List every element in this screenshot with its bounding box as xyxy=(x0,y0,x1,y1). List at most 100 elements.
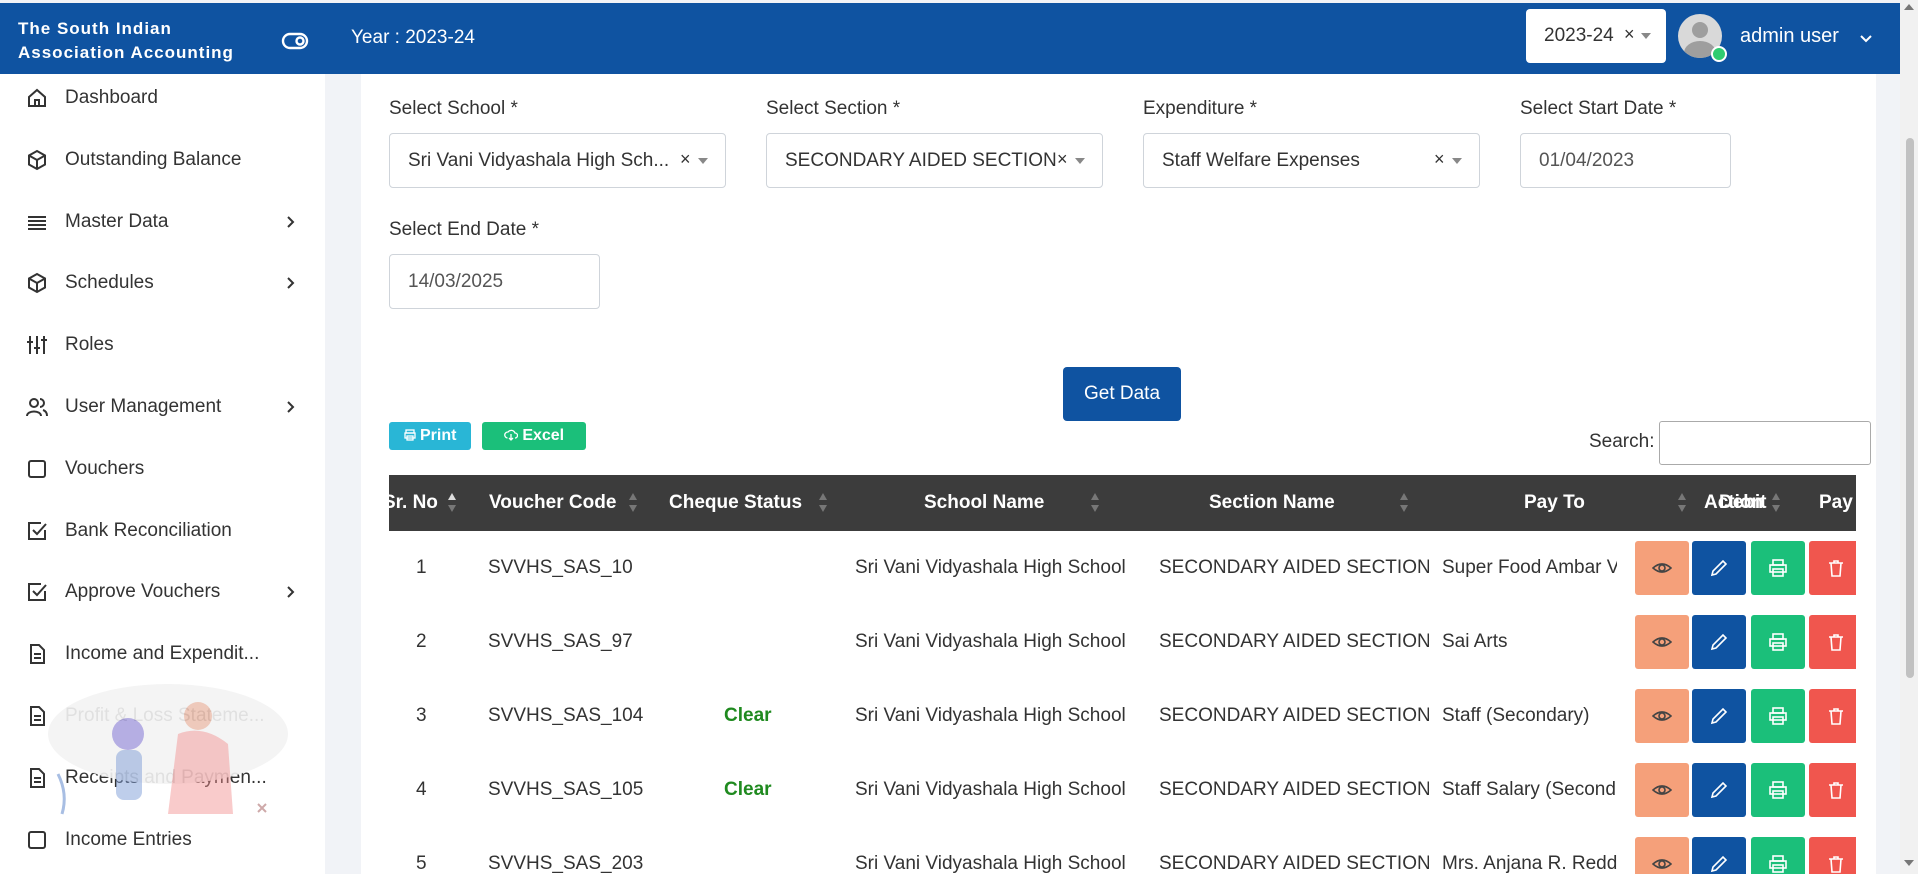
section-select[interactable]: SECONDARY AIDED SECTION × xyxy=(766,133,1103,188)
column-header[interactable]: Voucher Code xyxy=(489,492,616,514)
section-label: Select Section * xyxy=(766,98,901,119)
decorative-illustration xyxy=(28,674,298,874)
column-header[interactable]: Cheque Status xyxy=(669,492,802,514)
column-header[interactable]: Pay To xyxy=(1524,492,1585,514)
cell-sr-no: 3 xyxy=(416,705,427,726)
sidebar-item-outstanding-balance[interactable]: Outstanding Balance xyxy=(0,136,325,186)
print-row-button[interactable] xyxy=(1751,837,1805,874)
sidebar-item-label: Schedules xyxy=(65,272,154,294)
sort-arrows-icon[interactable] xyxy=(448,493,456,513)
end-date-input[interactable]: 14/03/2025 xyxy=(389,254,600,309)
sort-arrows-icon[interactable] xyxy=(1400,493,1408,513)
end-date-value: 14/03/2025 xyxy=(408,271,504,292)
cell-section-name: SECONDARY AIDED SECTION xyxy=(1159,557,1429,578)
print-button[interactable]: Print xyxy=(389,422,471,450)
square-icon xyxy=(26,458,48,480)
year-select-value: 2023-24 xyxy=(1544,25,1614,46)
sidebar-item-dashboard[interactable]: Dashboard xyxy=(0,74,325,124)
excel-button[interactable]: Excel xyxy=(482,422,586,450)
search-input[interactable] xyxy=(1659,421,1871,465)
sidebar-item-income-and-expendit[interactable]: Income and Expendit... xyxy=(0,630,325,680)
caret-down-icon xyxy=(1452,158,1462,164)
cell-pay-to: Sai Arts xyxy=(1442,631,1508,652)
cell-section-name: SECONDARY AIDED SECTION xyxy=(1159,631,1429,652)
sidebar-item-roles[interactable]: Roles xyxy=(0,321,325,371)
print-row-button[interactable] xyxy=(1751,541,1805,595)
delete-button[interactable] xyxy=(1809,541,1856,595)
sort-arrows-icon[interactable] xyxy=(819,493,827,513)
edit-button[interactable] xyxy=(1692,763,1746,817)
column-header[interactable]: Section Name xyxy=(1209,492,1335,514)
print-row-button[interactable] xyxy=(1751,615,1805,669)
edit-button[interactable] xyxy=(1692,541,1746,595)
sidebar-item-user-management[interactable]: User Management xyxy=(0,383,325,433)
sidebar-item-bank-reconciliation[interactable]: Bank Reconciliation xyxy=(0,507,325,557)
cell-section-name: SECONDARY AIDED SECTION xyxy=(1159,853,1429,874)
get-data-button[interactable]: Get Data xyxy=(1063,367,1181,421)
scrollbar-thumb[interactable] xyxy=(1906,138,1914,678)
delete-button[interactable] xyxy=(1809,615,1856,669)
clear-icon[interactable]: × xyxy=(1434,149,1445,170)
delete-button[interactable] xyxy=(1809,689,1856,743)
clear-icon[interactable]: × xyxy=(680,149,691,170)
cell-sr-no: 2 xyxy=(416,631,427,652)
scroll-up-arrow-icon[interactable] xyxy=(1904,4,1914,10)
sidebar-toggle-icon[interactable] xyxy=(281,31,309,56)
sidebar-item-label: Income and Expendit... xyxy=(65,643,260,665)
cell-cheque-status: Clear xyxy=(724,779,772,800)
cell-voucher-code: SVVHS_SAS_97 xyxy=(488,631,633,652)
start-date-input[interactable]: 01/04/2023 xyxy=(1520,133,1731,188)
column-header[interactable]: Sr. No xyxy=(389,492,438,514)
clear-icon[interactable]: × xyxy=(1057,149,1068,170)
delete-button[interactable] xyxy=(1809,837,1856,874)
sidebar-item-master-data[interactable]: Master Data xyxy=(0,198,325,248)
expenditure-select[interactable]: Staff Welfare Expenses × xyxy=(1143,133,1480,188)
section-select-value: SECONDARY AIDED SECTION xyxy=(785,150,1057,171)
scroll-down-arrow-icon[interactable] xyxy=(1904,860,1914,866)
start-date-value: 01/04/2023 xyxy=(1539,150,1635,171)
chevron-down-icon[interactable] xyxy=(1859,31,1873,49)
sidebar-item-schedules[interactable]: Schedules xyxy=(0,259,325,309)
sort-arrows-icon[interactable] xyxy=(1678,493,1686,513)
chevron-right-icon xyxy=(286,276,296,295)
sidebar-item-label: Roles xyxy=(65,334,114,356)
cell-pay-to: Staff Salary (Second xyxy=(1442,779,1616,800)
edit-button[interactable] xyxy=(1692,837,1746,874)
school-select[interactable]: Sri Vani Vidyashala High Sch... × xyxy=(389,133,726,188)
cell-cheque-status: Clear xyxy=(724,705,772,726)
sidebar-item-label: Outstanding Balance xyxy=(65,148,242,170)
sort-arrows-icon[interactable] xyxy=(1091,493,1099,513)
cell-voucher-code: SVVHS_SAS_105 xyxy=(488,779,644,800)
view-button[interactable] xyxy=(1635,689,1689,743)
online-status-indicator xyxy=(1711,46,1727,62)
view-button[interactable] xyxy=(1635,837,1689,874)
edit-button[interactable] xyxy=(1692,615,1746,669)
cube-icon xyxy=(26,149,48,171)
expenditure-select-value: Staff Welfare Expenses xyxy=(1162,150,1360,171)
clear-icon[interactable]: × xyxy=(1624,24,1635,45)
sidebar: Dashboard Outstanding Balance Master Data S… xyxy=(0,74,325,874)
sort-arrows-icon[interactable] xyxy=(1772,493,1780,513)
edit-button[interactable] xyxy=(1692,689,1746,743)
cell-voucher-code: SVVHS_SAS_203 xyxy=(488,853,644,874)
sidebar-item-label: Dashboard xyxy=(65,87,158,108)
column-header[interactable]: Debit xyxy=(1719,492,1767,514)
view-button[interactable] xyxy=(1635,763,1689,817)
column-header[interactable]: School Name xyxy=(924,492,1044,514)
sidebar-item-vouchers[interactable]: Vouchers xyxy=(0,445,325,495)
print-row-button[interactable] xyxy=(1751,689,1805,743)
delete-button[interactable] xyxy=(1809,763,1856,817)
view-button[interactable] xyxy=(1635,541,1689,595)
sort-arrows-icon[interactable] xyxy=(629,493,637,513)
chevron-right-icon xyxy=(286,585,296,604)
user-menu-name[interactable]: admin user xyxy=(1740,25,1839,48)
print-row-button[interactable] xyxy=(1751,763,1805,817)
sidebar-item-label: User Management xyxy=(65,396,222,417)
school-select-value: Sri Vani Vidyashala High Sch... xyxy=(408,150,670,171)
school-label: Select School * xyxy=(389,98,518,119)
sidebar-item-approve-vouchers[interactable]: Approve Vouchers xyxy=(0,568,325,618)
column-header[interactable]: Pay xyxy=(1819,492,1853,514)
year-select[interactable]: 2023-24 × xyxy=(1526,9,1666,63)
view-button[interactable] xyxy=(1635,615,1689,669)
users-icon xyxy=(26,396,48,418)
